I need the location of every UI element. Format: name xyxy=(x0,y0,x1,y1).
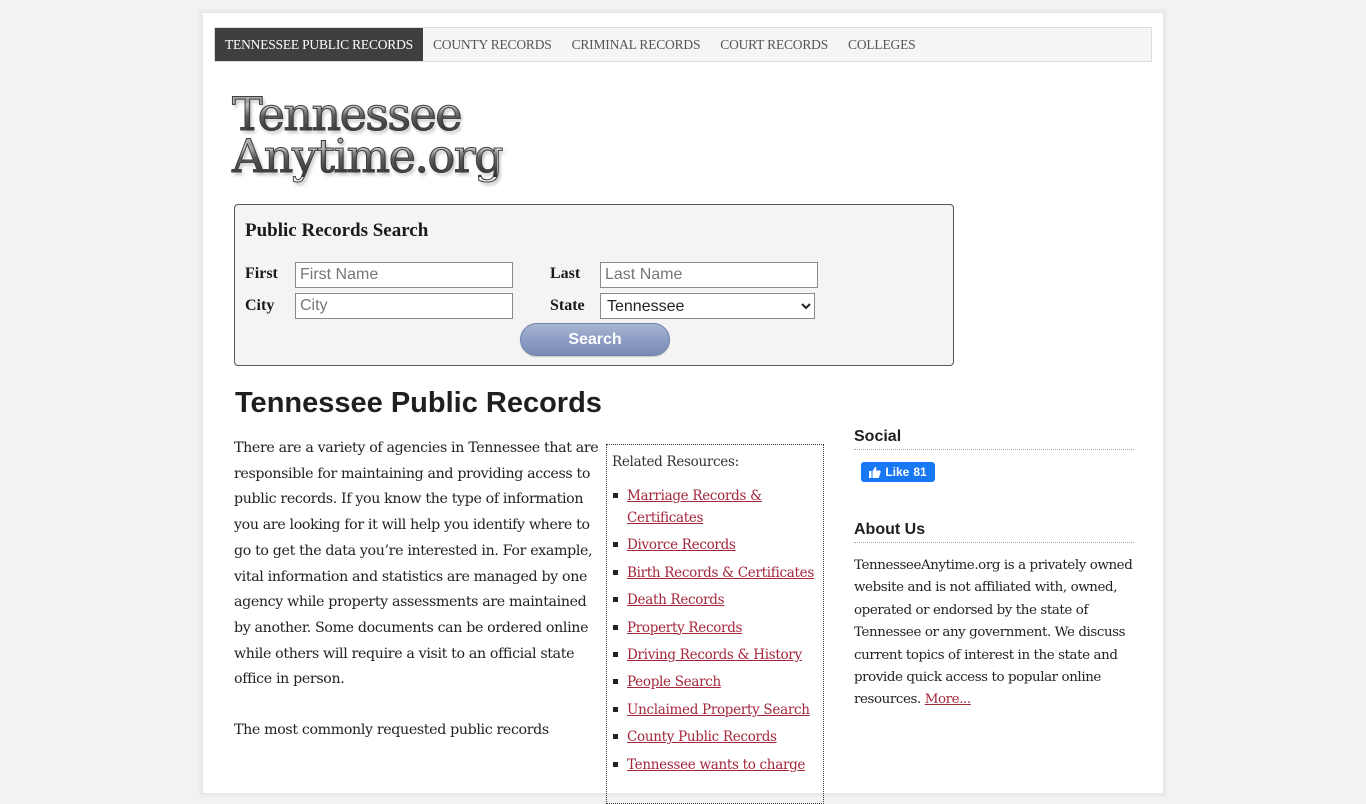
nav-item-court-records[interactable]: COURT RECORDS xyxy=(710,28,838,61)
nav-item-county-records[interactable]: COUNTY RECORDS xyxy=(423,28,562,61)
related-link-tennessee-wants-to-charge[interactable]: Tennessee wants to charge xyxy=(627,757,805,773)
public-records-search-form: Public Records Search First Last City St… xyxy=(234,204,954,366)
related-link-death-records[interactable]: Death Records xyxy=(627,592,725,608)
city-label: City xyxy=(245,297,275,314)
list-item: Marriage Records & Certificates xyxy=(613,485,827,529)
list-item: Death Records xyxy=(613,589,827,611)
related-resources-title: Related Resources: xyxy=(612,454,739,470)
list-item: Driving Records & History xyxy=(613,644,827,666)
intro-paragraph: There are a variety of agencies in Tenne… xyxy=(234,440,599,688)
related-link-property-records[interactable]: Property Records xyxy=(627,620,742,636)
about-us-text: TennesseeAnytime.org is a privately owne… xyxy=(854,555,1139,712)
last-name-label: Last xyxy=(550,265,581,282)
search-button[interactable]: Search xyxy=(520,323,670,356)
top-nav: TENNESSEE PUBLIC RECORDS COUNTY RECORDS … xyxy=(214,27,1152,62)
nav-item-tennessee-public-records[interactable]: TENNESSEE PUBLIC RECORDS xyxy=(215,28,423,61)
state-label: State xyxy=(550,297,585,314)
social-heading: Social xyxy=(854,428,1134,450)
list-item: Birth Records & Certificates xyxy=(613,562,827,584)
nav-item-criminal-records[interactable]: CRIMINAL RECORDS xyxy=(562,28,711,61)
first-name-label: First xyxy=(245,265,278,282)
related-link-divorce-records[interactable]: Divorce Records xyxy=(627,537,736,553)
thumbs-up-icon xyxy=(869,466,881,478)
related-link-county-public-records[interactable]: County Public Records xyxy=(627,729,777,745)
about-more-link[interactable]: More... xyxy=(925,692,971,707)
page-title: Tennessee Public Records xyxy=(235,387,602,419)
intro-paragraph: The most commonly requested public recor… xyxy=(234,722,549,739)
related-resources-box: Related Resources: Marriage Records & Ce… xyxy=(606,444,824,804)
facebook-like-button[interactable]: Like 81 xyxy=(861,462,935,482)
first-name-input[interactable] xyxy=(295,262,513,288)
last-name-input[interactable] xyxy=(600,262,818,288)
city-input[interactable] xyxy=(295,293,513,319)
nav-item-colleges[interactable]: COLLEGES xyxy=(838,28,925,61)
list-item: Unclaimed Property Search xyxy=(613,699,827,721)
related-link-birth-records[interactable]: Birth Records & Certificates xyxy=(627,565,814,581)
like-label: Like xyxy=(885,465,910,479)
state-select[interactable]: Tennessee xyxy=(600,293,815,319)
list-item: Tennessee wants to charge xyxy=(613,754,827,776)
search-form-title: Public Records Search xyxy=(245,220,429,241)
intro-text: There are a variety of agencies in Tenne… xyxy=(234,436,604,769)
page-container: TENNESSEE PUBLIC RECORDS COUNTY RECORDS … xyxy=(202,12,1164,804)
related-link-people-search[interactable]: People Search xyxy=(627,674,721,690)
list-item: County Public Records xyxy=(613,726,827,748)
list-item: People Search xyxy=(613,671,827,693)
site-logo[interactable]: Tennessee Anytime.org xyxy=(232,91,505,193)
logo-line-2: Anytime.org xyxy=(232,129,505,183)
list-item: Property Records xyxy=(613,617,827,639)
related-resources-list: Marriage Records & Certificates Divorce … xyxy=(607,485,827,781)
about-description: TennesseeAnytime.org is a privately owne… xyxy=(854,558,1133,708)
related-link-unclaimed-property[interactable]: Unclaimed Property Search xyxy=(627,702,810,718)
list-item: Divorce Records xyxy=(613,534,827,556)
related-link-marriage-records[interactable]: Marriage Records & Certificates xyxy=(627,488,762,526)
like-count: 81 xyxy=(913,465,927,479)
related-link-driving-records[interactable]: Driving Records & History xyxy=(627,647,802,663)
about-us-heading: About Us xyxy=(854,521,1134,543)
